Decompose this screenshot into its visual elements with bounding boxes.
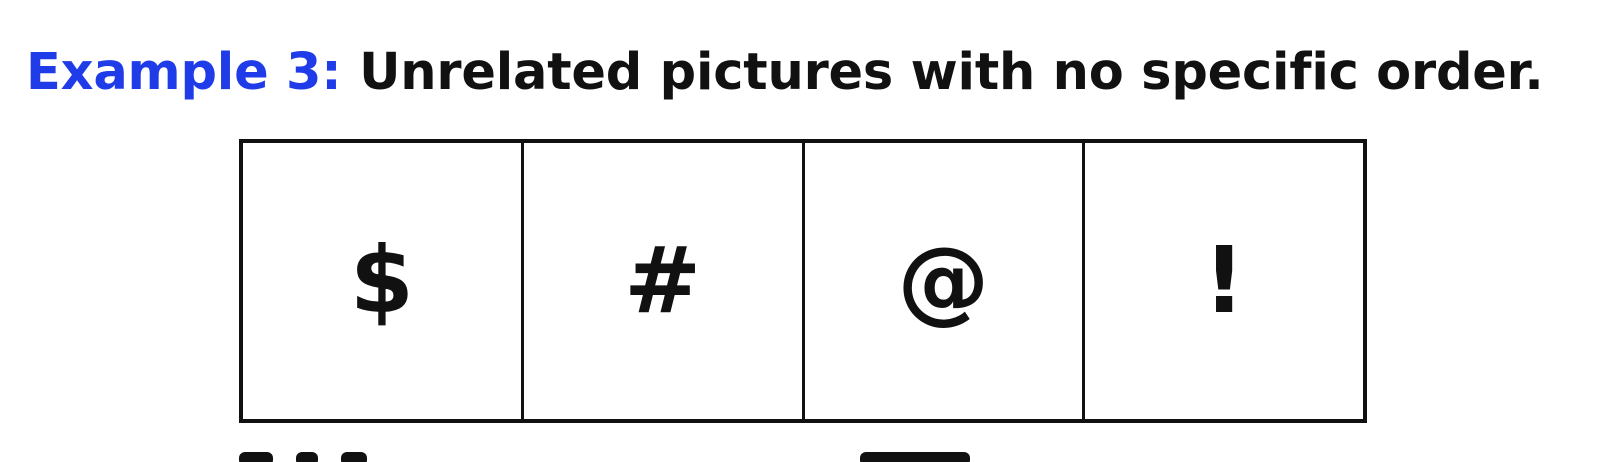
- exclamation-symbol: !: [1203, 227, 1246, 334]
- panel-3: @: [805, 143, 1086, 419]
- dollar-symbol: $: [349, 227, 414, 334]
- picture-panel-strip: $ # @ !: [239, 139, 1367, 423]
- panel-2: #: [524, 143, 805, 419]
- at-symbol: @: [897, 227, 990, 334]
- heading-example-label: Example 3:: [26, 43, 342, 102]
- panel-1: $: [243, 143, 524, 419]
- panel-4: !: [1085, 143, 1363, 419]
- hash-symbol: #: [624, 227, 702, 334]
- cropped-caption-fragment: [239, 452, 1367, 462]
- diagram-heading: Example 3: Unrelated pictures with no sp…: [26, 38, 1544, 108]
- heading-description: Unrelated pictures with no specific orde…: [359, 43, 1544, 102]
